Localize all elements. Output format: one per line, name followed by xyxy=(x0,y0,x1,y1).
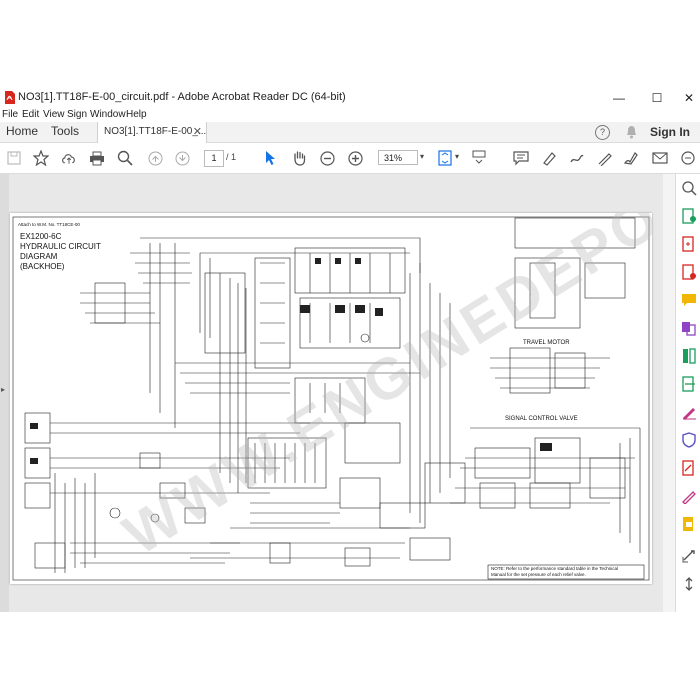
signal-control-valve-label: SIGNAL CONTROL VALVE xyxy=(505,416,578,422)
menu-help[interactable]: Help xyxy=(126,109,147,120)
page-fit-icon[interactable] xyxy=(437,150,453,166)
select-cursor-icon[interactable] xyxy=(263,150,279,166)
menu-sign[interactable]: Sign xyxy=(67,109,87,120)
zoom-dropdown-icon[interactable]: ▾ xyxy=(420,152,424,161)
tab-home[interactable]: Home xyxy=(6,124,38,138)
model-name: EX1200-6C xyxy=(20,232,62,241)
combine-files-icon[interactable] xyxy=(681,320,697,336)
menu-file[interactable]: File xyxy=(2,109,18,120)
organize-pages-icon[interactable] xyxy=(681,348,697,364)
zoom-search-panel-icon[interactable] xyxy=(681,180,697,196)
expand-left-panel-icon[interactable]: ▸ xyxy=(1,385,5,394)
previous-page-icon[interactable] xyxy=(147,150,163,166)
edit-pdf-icon[interactable] xyxy=(681,264,697,280)
next-page-icon[interactable] xyxy=(174,150,190,166)
tab-bar: Home Tools NO3[1].TT18F-E-00_... ✕ ? Sig… xyxy=(0,122,700,143)
draw-icon[interactable] xyxy=(569,150,585,166)
bookmark-star-icon[interactable] xyxy=(33,150,49,166)
save-icon[interactable] xyxy=(6,150,22,166)
create-pdf-icon[interactable] xyxy=(681,236,697,252)
print-icon[interactable] xyxy=(89,150,105,166)
stamp-icon[interactable] xyxy=(681,516,697,532)
attach-reference-text: Attach to W.M. No. TT18CE-00 xyxy=(18,222,80,227)
zoom-in-icon[interactable] xyxy=(347,150,363,166)
send-for-signature-icon[interactable] xyxy=(681,460,697,476)
menu-window[interactable]: Window xyxy=(90,109,126,120)
tab-tools[interactable]: Tools xyxy=(51,124,79,138)
close-window-button[interactable]: ✕ xyxy=(672,89,700,107)
fill-sign-icon[interactable] xyxy=(623,150,639,166)
search-icon[interactable] xyxy=(117,150,133,166)
page-number-input[interactable]: 1 xyxy=(204,150,224,167)
share-link-icon[interactable] xyxy=(680,150,696,166)
collapse-panel-icon[interactable] xyxy=(681,576,697,592)
protect-shield-icon[interactable] xyxy=(681,432,697,448)
document-tab-label: NO3[1].TT18F-E-00_... xyxy=(104,126,207,137)
diagram-title-line3: (BACKHOE) xyxy=(20,262,65,271)
sign-in-button[interactable]: Sign In xyxy=(650,125,690,139)
help-icon[interactable]: ? xyxy=(595,125,610,140)
comment-panel-icon[interactable] xyxy=(681,292,697,308)
note-line-2: Manual for the set pressure of each reli… xyxy=(491,572,586,577)
scan-ocr-icon[interactable] xyxy=(681,376,697,392)
prepare-form-icon[interactable] xyxy=(681,488,697,504)
sign-icon[interactable] xyxy=(597,150,613,166)
note-line-1: NOTE: Refer to the performance standard … xyxy=(491,566,618,571)
fill-sign-panel-icon[interactable] xyxy=(681,404,697,420)
tab-document[interactable]: NO3[1].TT18F-E-00_... ✕ xyxy=(97,122,207,143)
pdf-page: Attach to W.M. No. TT18CE-00 EX1200-6C H… xyxy=(10,213,652,584)
diagram-title-line2: DIAGRAM xyxy=(20,252,58,261)
menu-view[interactable]: View xyxy=(43,109,65,120)
comment-icon[interactable] xyxy=(513,150,529,166)
highlight-pen-icon[interactable] xyxy=(541,150,557,166)
travel-motor-label: TRAVEL MOTOR xyxy=(523,340,570,346)
more-tools-icon[interactable] xyxy=(681,548,697,564)
upload-cloud-icon[interactable] xyxy=(61,150,77,166)
vertical-scrollbar[interactable] xyxy=(663,174,675,612)
menu-bar: File Edit View Sign Window Help xyxy=(0,108,700,122)
export-pdf-icon[interactable] xyxy=(681,208,697,224)
diagram-title-line1: HYDRAULIC CIRCUIT xyxy=(20,242,101,251)
page-fit-dropdown-icon[interactable]: ▾ xyxy=(455,152,459,161)
notifications-bell-icon[interactable] xyxy=(625,125,638,139)
zoom-level-input[interactable]: 31% xyxy=(378,150,418,165)
menu-edit[interactable]: Edit xyxy=(22,109,39,120)
close-tab-icon[interactable]: ✕ xyxy=(193,125,202,138)
minimize-button[interactable]: — xyxy=(602,89,636,107)
page-total: / 1 xyxy=(226,152,237,162)
email-icon[interactable] xyxy=(652,150,668,166)
zoom-out-icon[interactable] xyxy=(319,150,335,166)
hand-tool-icon[interactable] xyxy=(291,150,307,166)
toolbar: 1 / 1 31% ▾ ▾ xyxy=(0,143,700,174)
maximize-button[interactable]: ☐ xyxy=(640,89,674,107)
acrobat-app-icon xyxy=(5,91,15,104)
window-title: NO3[1].TT18F-E-00_circuit.pdf - Adobe Ac… xyxy=(18,91,346,103)
title-bar: NO3[1].TT18F-E-00_circuit.pdf - Adobe Ac… xyxy=(0,88,700,108)
scroll-mode-icon[interactable] xyxy=(471,150,487,166)
